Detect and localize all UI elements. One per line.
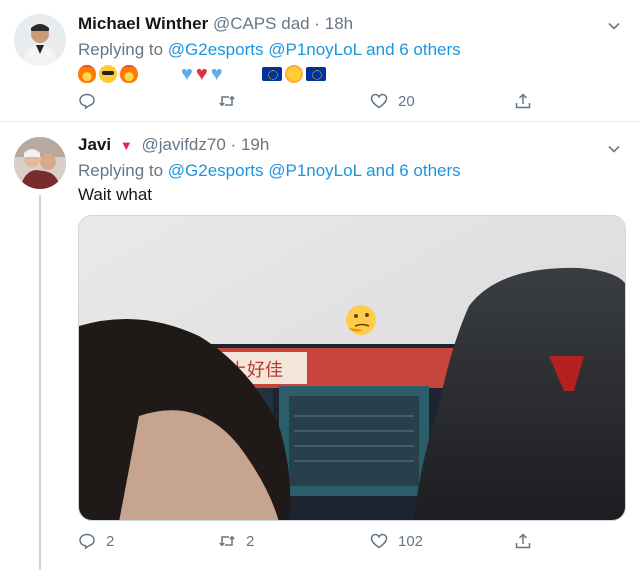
thinking-face-icon [346, 305, 376, 335]
replying-prefix: Replying to [78, 40, 164, 59]
reply-icon [79, 533, 95, 550]
red-heart-icon: ♥ [195, 63, 208, 85]
tweet-text: Wait what [78, 185, 153, 204]
heart-icon [370, 93, 388, 109]
retweet-icon [219, 95, 235, 107]
retweet-icon [219, 535, 235, 547]
thread-connector [39, 195, 41, 570]
sunglasses-face-icon [99, 65, 117, 83]
timestamp[interactable]: 19h [241, 135, 269, 154]
separator-dot: · [314, 14, 321, 33]
tweet-header: Michael Winther @CAPS dad · 18h [78, 14, 353, 34]
like-count: 102 [398, 532, 424, 550]
tweet-card[interactable]: Michael Winther @CAPS dad · 18h Replying… [0, 0, 640, 122]
retweet-button[interactable] [218, 92, 246, 110]
share-icon [515, 533, 531, 549]
mention-link[interactable]: @G2esports [168, 40, 264, 59]
display-name[interactable]: Javi [78, 135, 111, 154]
fire-icon [78, 65, 96, 83]
share-button[interactable] [514, 532, 542, 550]
like-button[interactable]: 102 [370, 532, 423, 550]
chevron-down-icon[interactable] [608, 20, 620, 32]
user-handle[interactable]: @CAPS [213, 14, 277, 33]
avatar[interactable] [14, 14, 66, 66]
chevron-down-icon[interactable] [608, 143, 620, 155]
eu-flag-icon [261, 67, 282, 81]
reply-icon [79, 93, 95, 110]
replying-to: Replying to @G2esports @P1noyLoL and 6 o… [78, 40, 461, 60]
mention-link[interactable]: @P1noyLoL [268, 40, 361, 59]
others-link[interactable]: and 6 others [366, 161, 461, 180]
fire-icon [120, 65, 138, 83]
replying-prefix: Replying to [78, 161, 164, 180]
tweet-card[interactable]: Javi ▼ @javifdz70 · 19h Replying to @G2e… [0, 123, 640, 570]
tweet-emoji-text: ♥ ♥ ♥ [78, 64, 329, 84]
reply-button[interactable]: 2 [78, 532, 114, 550]
others-link[interactable]: and 6 others [366, 40, 461, 59]
replying-to: Replying to @G2esports @P1noyLoL and 6 o… [78, 161, 461, 181]
tweet-actions: 2 2 102 [78, 532, 548, 554]
blue-heart-icon: ♥ [181, 63, 193, 85]
retweet-button[interactable]: 2 [218, 532, 254, 550]
sun-icon [284, 65, 303, 83]
handle-suffix: dad [281, 14, 310, 33]
blue-heart-icon: ♥ [210, 63, 223, 85]
reply-count: 2 [106, 532, 115, 550]
heart-icon [370, 533, 388, 549]
name-badge: ▼ [119, 138, 133, 153]
avatar-photo [14, 137, 66, 189]
avatar-photo [14, 14, 66, 66]
photo-image: 上好佳 [79, 216, 625, 520]
timestamp[interactable]: 18h [325, 14, 353, 33]
display-name[interactable]: Michael Winther [78, 14, 208, 33]
reply-button[interactable] [78, 92, 106, 110]
mention-link[interactable]: @G2esports [168, 161, 264, 180]
eu-flag-icon [305, 67, 326, 81]
like-count: 20 [398, 92, 415, 110]
tweet-actions: 20 [78, 92, 548, 114]
like-button[interactable]: 20 [370, 92, 415, 110]
user-handle[interactable]: @javifdz70 [141, 135, 225, 154]
tweet-media-photo[interactable]: 上好佳 [78, 215, 626, 521]
tweet-header: Javi ▼ @javifdz70 · 19h [78, 135, 269, 155]
share-icon [515, 93, 531, 109]
avatar[interactable] [14, 137, 66, 189]
mention-link[interactable]: @P1noyLoL [268, 161, 361, 180]
retweet-count: 2 [246, 532, 255, 550]
share-button[interactable] [514, 92, 542, 110]
separator-dot: · [230, 135, 237, 154]
